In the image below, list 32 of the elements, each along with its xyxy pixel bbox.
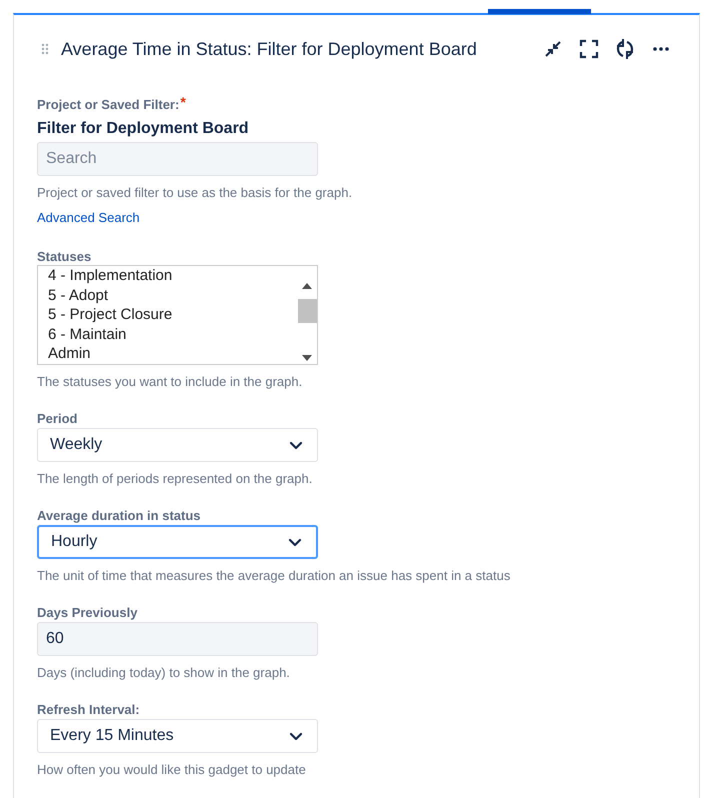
field-label: Days Previously bbox=[37, 605, 138, 620]
required-mark: * bbox=[180, 97, 186, 112]
field-label: Period bbox=[37, 411, 78, 426]
chevron-down-icon bbox=[289, 440, 303, 450]
field-label: Statuses bbox=[37, 249, 92, 264]
list-option[interactable]: Admin bbox=[48, 344, 297, 364]
advanced-search-link[interactable]: Advanced Search bbox=[37, 210, 140, 225]
help-text: The unit of time that measures the average duration an issue has spent in a status bbox=[37, 568, 512, 583]
field-label: Refresh Interval: bbox=[37, 702, 140, 717]
list-option[interactable]: 4 - Implementation bbox=[48, 266, 297, 286]
select-dropdown[interactable]: Every 15 Minutes bbox=[37, 719, 318, 753]
select-dropdown[interactable]: Hourly bbox=[37, 525, 318, 559]
fullscreen-icon[interactable] bbox=[578, 38, 600, 60]
select-dropdown[interactable]: Weekly bbox=[37, 428, 318, 462]
help-text: Project or saved filter to use as the basis for the graph. bbox=[37, 185, 354, 200]
help-text: How often you would like this gadget to update bbox=[37, 762, 307, 777]
help-text: The length of periods represented on the graph. bbox=[37, 471, 314, 486]
list-option[interactable]: 5 - Project Closure bbox=[48, 305, 297, 324]
status-listbox[interactable]: 4 - Implementation 5 - Adopt 5 - Project Closure 6 - Maintain Admin bbox=[37, 265, 318, 365]
field-label: Average duration in status bbox=[37, 508, 200, 523]
list-option[interactable]: 6 - Maintain bbox=[48, 324, 297, 344]
gadget-title: Average Time in Status: Filter for Deployment Board bbox=[61, 38, 478, 60]
selected-filter: Filter for Deployment Board bbox=[37, 120, 250, 138]
drag-handle-icon[interactable] bbox=[41, 43, 49, 55]
chevron-down-icon bbox=[288, 538, 302, 546]
field-label: Project or Saved Filter: bbox=[37, 97, 180, 112]
text-field[interactable]: 60 bbox=[37, 622, 318, 656]
list-option[interactable]: 5 - Adopt bbox=[48, 286, 297, 305]
help-text: Days (including today) to show in the graph. bbox=[37, 665, 291, 680]
help-text: The statuses you want to include in the graph. bbox=[37, 374, 304, 389]
refresh-icon[interactable] bbox=[614, 38, 636, 60]
chevron-down-icon bbox=[289, 732, 303, 740]
